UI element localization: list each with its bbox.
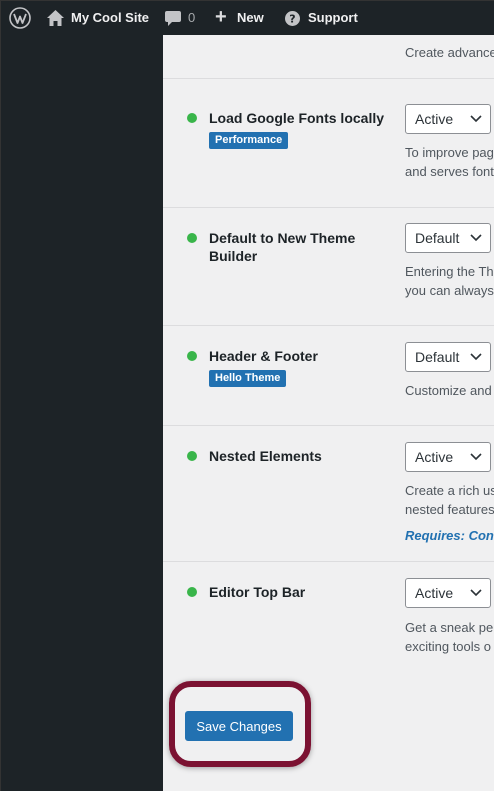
requires-link[interactable]: Requires: Con (405, 528, 494, 543)
feature-description: you can always (405, 283, 494, 298)
site-name-link[interactable]: My Cool Site (71, 1, 149, 35)
feature-title: Load Google Fonts locally (209, 110, 385, 126)
feature-tag: Hello Theme (209, 370, 287, 387)
status-dot-icon (187, 587, 197, 597)
feature-title: Header & Footer (209, 348, 318, 364)
feature-row-google-fonts: Load Google Fonts locally Performance Ac… (163, 79, 494, 208)
comment-icon[interactable] (165, 11, 181, 26)
chevron-down-icon (470, 453, 482, 461)
chevron-down-icon (470, 234, 482, 242)
feature-status-select[interactable]: Active (405, 104, 491, 134)
chevron-down-icon (470, 353, 482, 361)
feature-status-select[interactable]: Active (405, 578, 491, 608)
feature-status-select[interactable]: Default (405, 223, 491, 253)
feature-description: To improve pag (405, 145, 494, 160)
new-content-link[interactable]: New (237, 1, 264, 35)
status-dot-icon (187, 451, 197, 461)
chevron-down-icon (470, 115, 482, 123)
feature-row-nested-elements: Nested Elements Active Create a rich us … (163, 426, 494, 562)
admin-sidebar (1, 35, 163, 791)
feature-title: Editor Top Bar (209, 584, 306, 600)
features-settings-panel: Create advance Load Google Fonts locally… (163, 35, 494, 791)
feature-description: nested features (405, 502, 494, 517)
feature-description: Entering the Th (405, 264, 494, 279)
feature-row (163, 35, 494, 79)
feature-status-select[interactable]: Active (405, 442, 491, 472)
svg-text:?: ? (289, 13, 295, 26)
feature-description: exciting tools o (405, 639, 491, 654)
status-dot-icon (187, 351, 197, 361)
feature-row-theme-builder: Default to New Theme Builder Default Ent… (163, 208, 494, 326)
home-icon[interactable] (47, 10, 64, 26)
feature-status-select[interactable]: Default (405, 342, 491, 372)
plus-icon[interactable]: + (215, 1, 227, 33)
comment-count[interactable]: 0 (188, 1, 195, 35)
feature-description: Get a sneak pe (405, 620, 494, 635)
feature-row-header-footer: Header & Footer Hello Theme Default Cust… (163, 326, 494, 426)
help-icon[interactable]: ? (285, 11, 300, 26)
wordpress-logo-icon[interactable] (9, 7, 31, 29)
feature-row-editor-top-bar: Editor Top Bar Active Get a sneak pe exc… (163, 562, 494, 660)
admin-bar: My Cool Site 0 + New ? Support (1, 1, 494, 35)
feature-tag: Performance (209, 132, 289, 149)
feature-title: Nested Elements (209, 448, 322, 464)
feature-description: Create a rich us (405, 483, 494, 498)
status-dot-icon (187, 233, 197, 243)
feature-description: and serves font (405, 164, 494, 179)
feature-description: Customize and (405, 383, 492, 398)
status-dot-icon (187, 113, 197, 123)
chevron-down-icon (470, 589, 482, 597)
save-changes-button[interactable]: Save Changes (185, 711, 293, 741)
feature-title: Default to New Theme Builder (209, 230, 356, 264)
support-link[interactable]: Support (308, 1, 358, 35)
